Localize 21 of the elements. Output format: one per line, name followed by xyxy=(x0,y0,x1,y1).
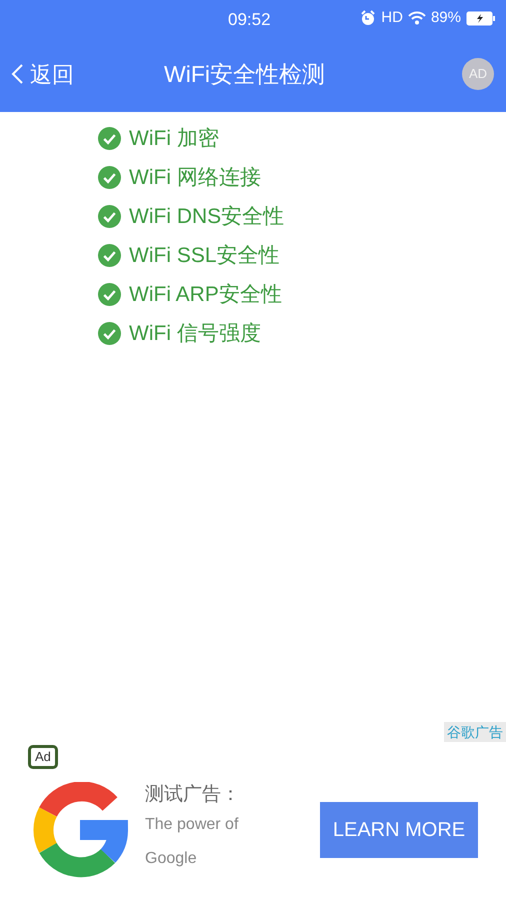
network-label: HD xyxy=(381,8,403,28)
check-label: WiFi 加密 xyxy=(129,126,219,152)
alarm-clock-icon xyxy=(360,10,376,26)
check-label: WiFi 信号强度 xyxy=(129,320,261,347)
ad-title: 测试广告： xyxy=(145,783,240,807)
ad-label: Ad xyxy=(28,745,58,769)
battery-percent: 89% xyxy=(430,8,461,28)
check-label: WiFi SSL安全性 xyxy=(129,242,280,269)
back-button[interactable]: 返回 xyxy=(10,58,74,90)
check-label: WiFi DNS安全性 xyxy=(129,204,284,230)
check-label: WiFi 网络连接 xyxy=(129,164,261,191)
battery-charging-icon xyxy=(466,10,496,26)
wifi-icon xyxy=(408,11,426,25)
g-logo-icon xyxy=(32,782,128,878)
chevron-left-icon xyxy=(10,63,24,85)
page-title: WiFi安全性检测 xyxy=(164,60,325,89)
ad-source-label: 谷歌广告 xyxy=(444,722,506,742)
status-time: 09:52 xyxy=(228,9,271,31)
learn-more-button[interactable]: LEARN MORE xyxy=(320,802,478,858)
ad-description: The power of Google xyxy=(145,815,240,869)
check-label: WiFi ARP安全性 xyxy=(129,282,282,308)
